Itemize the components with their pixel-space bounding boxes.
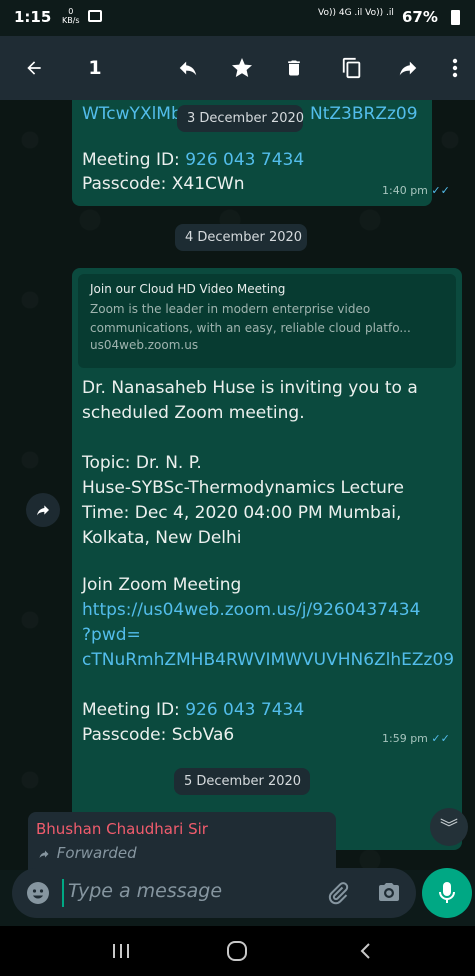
recent-apps-icon[interactable]: [112, 943, 130, 959]
camera-icon[interactable]: [376, 880, 402, 904]
link-preview[interactable]: Join our Cloud HD Video Meeting Zoom is …: [78, 274, 456, 368]
link-preview-description: Zoom is the leader in modern enterprise …: [90, 300, 411, 338]
meeting-id-label: Meeting ID:: [82, 700, 186, 720]
selected-count: 1: [88, 57, 102, 79]
message-time: 1:59 pm: [382, 732, 428, 745]
back-icon[interactable]: [358, 942, 372, 960]
delete-icon[interactable]: [274, 36, 314, 100]
incoming-message-bubble[interactable]: Bhushan Chaudhari Sir Forwarded: [28, 812, 336, 870]
read-ticks-icon: ✓✓: [431, 184, 450, 197]
sender-name: Bhushan Chaudhari Sir: [36, 820, 208, 838]
message-meta: 1:40 pm ✓✓: [382, 184, 450, 197]
message-bubble[interactable]: Join our Cloud HD Video Meeting Zoom is …: [72, 268, 462, 850]
message-line: Join Zoom Meeting: [82, 575, 242, 595]
status-time: 1:15: [14, 8, 52, 26]
passcode-line: Passcode: X41CWn: [82, 174, 245, 194]
message-line: Kolkata, New Delhi: [82, 528, 242, 548]
more-options-icon[interactable]: [440, 36, 470, 100]
system-nav-bar: [0, 926, 475, 976]
message-meta: 1:59 pm ✓✓: [382, 732, 450, 745]
text-cursor: [62, 879, 64, 907]
message-line: Topic: Dr. N. P.: [82, 453, 202, 473]
message-line: Huse-SYBSc-Thermodynamics Lecture: [82, 478, 404, 498]
reply-icon[interactable]: [168, 36, 208, 100]
battery-icon: [451, 10, 460, 25]
network-speed-unit: KB/s: [62, 16, 80, 25]
selection-toolbar: 1: [0, 36, 475, 100]
signal-text: Vo)) 4G .il Vo)) .il: [318, 8, 394, 18]
meeting-id-number[interactable]: 926 043 7434: [185, 150, 304, 170]
forwarded-text: Forwarded: [56, 844, 137, 862]
meeting-id-line: Meeting ID: 926 043 7434: [82, 698, 304, 723]
scroll-to-bottom-button[interactable]: ︾: [430, 808, 468, 846]
signal-indicators: Vo)) 4G .il Vo)) .il: [318, 8, 394, 18]
message-line: Dr. Nanasaheb Huse is inviting you to a: [82, 378, 418, 398]
voice-record-button[interactable]: [422, 868, 472, 918]
message-input[interactable]: Type a message: [68, 880, 222, 902]
star-icon[interactable]: [222, 36, 262, 100]
gallery-notification-icon: [88, 10, 102, 22]
back-arrow-icon[interactable]: [14, 36, 54, 100]
meeting-link[interactable]: https://us04web.zoom.us/j/9260437434: [82, 598, 420, 623]
network-speed: 0 KB/s: [62, 7, 80, 25]
status-bar: 1:15 0 KB/s Vo)) 4G .il Vo)) .il 67%: [0, 0, 475, 36]
message-link-partial-left[interactable]: WTcwYXlMb: [82, 102, 182, 127]
link-preview-title: Join our Cloud HD Video Meeting: [90, 282, 286, 296]
forwarded-label: Forwarded: [36, 844, 137, 862]
battery-percent: 67%: [402, 8, 438, 26]
forwarded-icon: [39, 850, 49, 858]
passcode-line: Passcode: ScbVa6: [82, 725, 235, 745]
message-line: scheduled Zoom meeting.: [82, 403, 305, 423]
message-line: Time: Dec 4, 2020 04:00 PM Mumbai,: [82, 503, 402, 523]
meeting-id-label: Meeting ID:: [82, 150, 186, 170]
date-separator: 4 December 2020: [175, 224, 307, 251]
quick-forward-button[interactable]: [26, 493, 60, 527]
copy-icon[interactable]: [332, 36, 372, 100]
floating-date-pill: 3 December 2020: [177, 105, 304, 132]
read-ticks-icon: ✓✓: [431, 732, 450, 745]
meeting-link[interactable]: ?pwd=: [82, 623, 141, 648]
network-speed-value: 0: [68, 7, 74, 16]
link-preview-desc-line1: Zoom is the leader in modern enterprise …: [90, 302, 371, 316]
chat-area[interactable]: WTcwYXlMb NtZ3BRZz09 Meeting ID: 926 043…: [0, 100, 475, 870]
home-icon[interactable]: [226, 940, 248, 962]
double-chevron-down-icon: ︾: [440, 818, 458, 839]
forward-icon[interactable]: [388, 36, 428, 100]
date-separator: 5 December 2020: [174, 768, 310, 795]
meeting-link[interactable]: cTNuRmhZMHB4RWVIMWVUVHN6ZlhEZz09: [82, 648, 454, 673]
link-preview-desc-line2: communications, with an easy, reliable c…: [90, 321, 411, 335]
message-link-partial-right[interactable]: NtZ3BRZz09: [310, 102, 418, 127]
meeting-id-number[interactable]: 926 043 7434: [185, 700, 304, 720]
forward-arrow-icon: [37, 505, 49, 516]
link-preview-url: us04web.zoom.us: [90, 338, 199, 352]
emoji-icon[interactable]: [26, 881, 50, 905]
message-composer: Type a message: [12, 868, 416, 918]
attach-icon[interactable]: [326, 880, 350, 906]
meeting-id-line: Meeting ID: 926 043 7434: [82, 148, 304, 173]
message-time: 1:40 pm: [382, 184, 428, 197]
microphone-icon: [439, 882, 455, 903]
